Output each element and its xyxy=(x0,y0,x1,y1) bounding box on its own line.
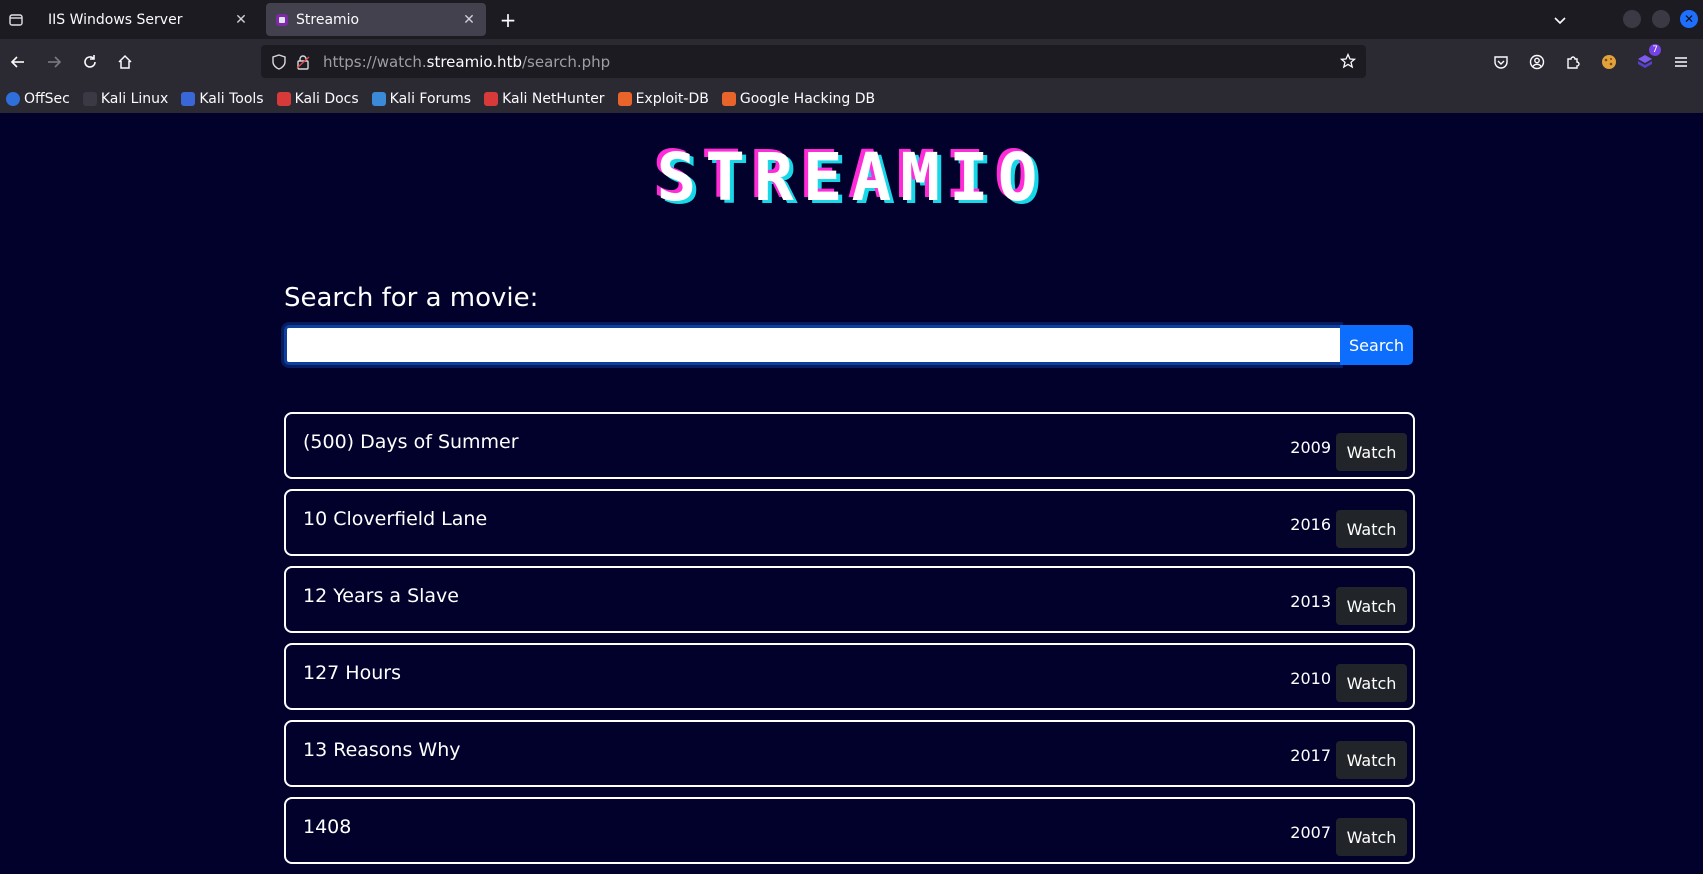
movie-card: 127 Hours 2010 Watch xyxy=(284,643,1415,710)
bookmark-offsec[interactable]: OffSec xyxy=(6,91,70,107)
tab-bar: IIS Windows Server ✕ Streamio ✕ + ✕ xyxy=(0,0,1703,39)
search-heading: Search for a movie: xyxy=(284,283,539,313)
bookmark-kali-nethunter[interactable]: Kali NetHunter xyxy=(484,91,605,107)
tab-label: IIS Windows Server xyxy=(48,11,183,28)
extensions-puzzle-icon[interactable] xyxy=(1561,50,1585,74)
google-hacking-db-icon xyxy=(721,92,736,106)
maximize-window-button[interactable] xyxy=(1652,10,1670,28)
tab-label: Streamio xyxy=(296,11,360,28)
bookmark-google-hacking-db[interactable]: Google Hacking DB xyxy=(721,91,876,107)
kali-tools-icon xyxy=(181,92,196,106)
cookie-extension-icon[interactable] xyxy=(1597,50,1621,74)
movie-card: (500) Days of Summer 2009 Watch xyxy=(284,412,1415,479)
bookmark-label: OffSec xyxy=(24,91,70,107)
logo-text: STREAMIO xyxy=(656,139,1047,216)
movie-year: 2010 xyxy=(1290,669,1331,688)
bookmark-star-icon[interactable] xyxy=(1338,51,1358,71)
watch-button[interactable]: Watch xyxy=(1336,510,1407,548)
bookmark-label: Exploit-DB xyxy=(635,91,709,107)
chevron-down-icon[interactable] xyxy=(1548,8,1572,32)
movie-card: 13 Reasons Why 2017 Watch xyxy=(284,720,1415,787)
bookmark-kali-tools[interactable]: Kali Tools xyxy=(181,91,264,107)
movie-year: 2007 xyxy=(1290,823,1331,842)
bookmark-label: Kali Linux xyxy=(100,91,169,107)
kali-docs-icon xyxy=(276,92,291,106)
extension-count-badge: 7 xyxy=(1649,44,1661,56)
url-path: /search.php xyxy=(521,52,611,71)
movie-title: 1408 xyxy=(303,816,352,838)
watch-button[interactable]: Watch xyxy=(1336,587,1407,625)
address-bar[interactable]: https://watch.streamio.htb/search.php xyxy=(261,45,1366,78)
pocket-icon[interactable] xyxy=(1489,50,1513,74)
search-form: Search xyxy=(284,325,1413,365)
watch-button[interactable]: Watch xyxy=(1336,664,1407,702)
streamio-favicon-icon xyxy=(276,13,288,26)
close-tab-icon[interactable]: ✕ xyxy=(458,9,480,31)
bookmark-label: Google Hacking DB xyxy=(739,91,876,107)
bookmark-kali-forums[interactable]: Kali Forums xyxy=(371,91,472,107)
home-icon[interactable] xyxy=(113,50,137,74)
movie-year: 2017 xyxy=(1290,746,1331,765)
search-input[interactable] xyxy=(284,325,1340,365)
bookmark-label: Kali Tools xyxy=(199,91,264,107)
bookmark-kali-docs[interactable]: Kali Docs xyxy=(276,91,359,107)
lock-warning-icon[interactable] xyxy=(293,52,313,72)
movie-year: 2013 xyxy=(1290,592,1331,611)
search-button[interactable]: Search xyxy=(1340,325,1413,365)
kali-forums-icon xyxy=(371,92,386,106)
back-arrow-icon[interactable] xyxy=(6,50,30,74)
movie-title: 10 Cloverfield Lane xyxy=(303,508,488,530)
navigation-bar: https://watch.streamio.htb/search.php 7 xyxy=(0,39,1703,85)
bookmark-label: Kali Forums xyxy=(389,91,472,107)
bookmark-label: Kali NetHunter xyxy=(502,91,605,107)
tab-iis[interactable]: IIS Windows Server ✕ xyxy=(36,3,258,36)
tab-streamio[interactable]: Streamio ✕ xyxy=(266,3,486,36)
kali-dragon-icon xyxy=(82,92,97,106)
forward-arrow-icon[interactable] xyxy=(42,50,66,74)
movie-title: 13 Reasons Why xyxy=(303,739,461,761)
reload-icon[interactable] xyxy=(78,50,102,74)
offsec-icon xyxy=(6,92,20,106)
minimize-window-button[interactable] xyxy=(1623,10,1641,28)
site-logo: STREAMIO xyxy=(0,139,1703,216)
url-host: streamio.htb xyxy=(426,52,522,71)
url-text[interactable]: https://watch.streamio.htb/search.php xyxy=(323,53,610,71)
movie-card: 10 Cloverfield Lane 2016 Watch xyxy=(284,489,1415,556)
account-icon[interactable] xyxy=(1525,50,1549,74)
movie-title: 127 Hours xyxy=(303,662,401,684)
movie-title: (500) Days of Summer xyxy=(303,431,519,453)
menu-hamburger-icon[interactable] xyxy=(1669,50,1693,74)
movie-card: 1408 2007 Watch xyxy=(284,797,1415,864)
bookmark-exploit-db[interactable]: Exploit-DB xyxy=(617,91,709,107)
new-tab-icon[interactable]: + xyxy=(496,8,520,32)
bookmark-label: Kali Docs xyxy=(294,91,359,107)
movie-year: 2009 xyxy=(1290,438,1331,457)
url-prefix: https://watch. xyxy=(323,52,427,71)
close-window-button[interactable]: ✕ xyxy=(1680,10,1698,28)
bookmarks-toolbar: OffSec Kali Linux Kali Tools Kali Docs K… xyxy=(0,85,1703,113)
kali-nethunter-icon xyxy=(484,92,499,106)
shield-icon[interactable] xyxy=(269,52,289,72)
exploit-db-icon xyxy=(617,92,632,106)
extension-badge-icon[interactable]: 7 xyxy=(1633,44,1661,74)
page-content: STREAMIO Search for a movie: Search (500… xyxy=(0,113,1703,868)
tab-list-icon[interactable] xyxy=(4,8,28,32)
watch-button[interactable]: Watch xyxy=(1336,433,1407,471)
watch-button[interactable]: Watch xyxy=(1336,741,1407,779)
bookmark-kali-linux[interactable]: Kali Linux xyxy=(82,91,169,107)
movie-title: 12 Years a Slave xyxy=(303,585,459,607)
movie-list: (500) Days of Summer 2009 Watch 10 Clove… xyxy=(284,412,1415,874)
movie-year: 2016 xyxy=(1290,515,1331,534)
movie-card: 12 Years a Slave 2013 Watch xyxy=(284,566,1415,633)
close-tab-icon[interactable]: ✕ xyxy=(230,9,252,31)
watch-button[interactable]: Watch xyxy=(1336,818,1407,856)
